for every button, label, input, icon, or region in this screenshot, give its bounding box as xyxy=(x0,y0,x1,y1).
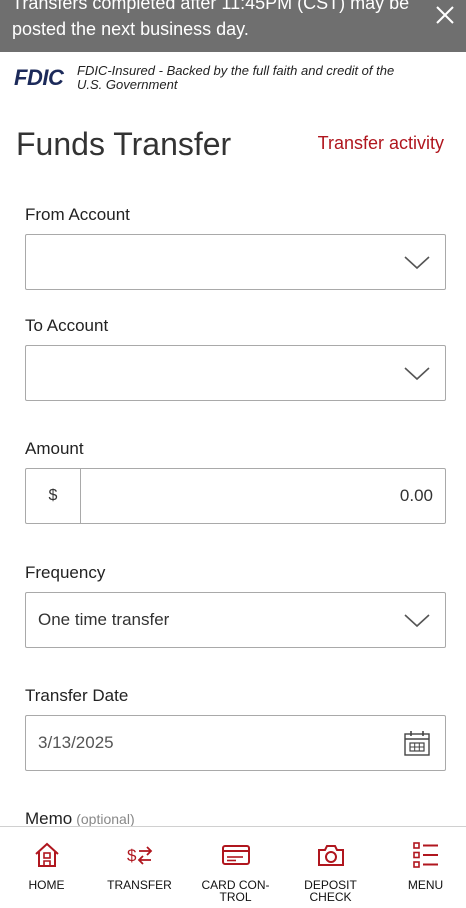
bottom-nav: HOME $ TRANSFER CARD CON- TROL DEPOSIT C… xyxy=(0,826,466,908)
amount-input[interactable]: $ 0.00 xyxy=(25,468,446,524)
transfer-date-value: 3/13/2025 xyxy=(38,733,114,752)
transfer-activity-link[interactable]: Transfer activity xyxy=(318,133,444,154)
notification-banner: Transfers completed after 11:45PM (CST) … xyxy=(0,0,466,52)
transfer-icon: $ xyxy=(127,846,152,865)
fdic-logo: FDIC xyxy=(14,65,64,90)
frequency-label: Frequency xyxy=(25,563,106,582)
from-account-label: From Account xyxy=(25,205,130,224)
frequency-select[interactable]: One time transfer xyxy=(25,592,446,648)
nav-menu-label: MENU xyxy=(407,878,444,892)
fdic-notice: FDIC FDIC-Insured - Backed by the full f… xyxy=(0,52,466,98)
calendar-icon[interactable] xyxy=(403,729,431,757)
banner-message: Transfers completed after 11:45PM (CST) … xyxy=(12,0,410,39)
transfer-date-input[interactable]: 3/13/2025 xyxy=(25,715,446,771)
from-account-select[interactable] xyxy=(25,234,446,290)
nav-deposit-check-label: DEPOSIT CHECK xyxy=(304,878,357,904)
transfer-date-label: Transfer Date xyxy=(25,686,129,705)
nav-home-label: HOME xyxy=(28,878,65,892)
svg-text:$: $ xyxy=(127,846,137,865)
card-icon xyxy=(221,845,250,865)
amount-label: Amount xyxy=(25,439,84,458)
fdic-text: FDIC-Insured - Backed by the full faith … xyxy=(77,63,395,92)
chevron-down-icon xyxy=(404,614,430,628)
nav-card-control[interactable]: CARD CON- TROL xyxy=(189,827,282,908)
chevron-down-icon xyxy=(404,367,430,381)
frequency-value: One time transfer xyxy=(38,610,170,629)
currency-symbol: $ xyxy=(26,469,81,523)
nav-card-control-label: CARD CON- TROL xyxy=(201,878,270,904)
nav-menu[interactable]: MENU xyxy=(379,827,466,908)
amount-value: 0.00 xyxy=(399,486,433,505)
nav-home[interactable]: HOME xyxy=(0,827,93,908)
nav-transfer-label: TRANSFER xyxy=(107,878,172,892)
nav-deposit-check[interactable]: DEPOSIT CHECK xyxy=(284,827,377,908)
home-icon xyxy=(34,842,59,867)
chevron-down-icon xyxy=(404,256,430,270)
camera-icon xyxy=(317,845,344,866)
nav-transfer[interactable]: $ TRANSFER xyxy=(93,827,186,908)
close-icon[interactable] xyxy=(434,4,456,26)
menu-icon xyxy=(412,842,438,868)
page-title: Funds Transfer xyxy=(16,126,232,162)
to-account-label: To Account xyxy=(25,316,109,335)
memo-optional-text: (optional) xyxy=(76,811,135,827)
to-account-select[interactable] xyxy=(25,345,446,401)
